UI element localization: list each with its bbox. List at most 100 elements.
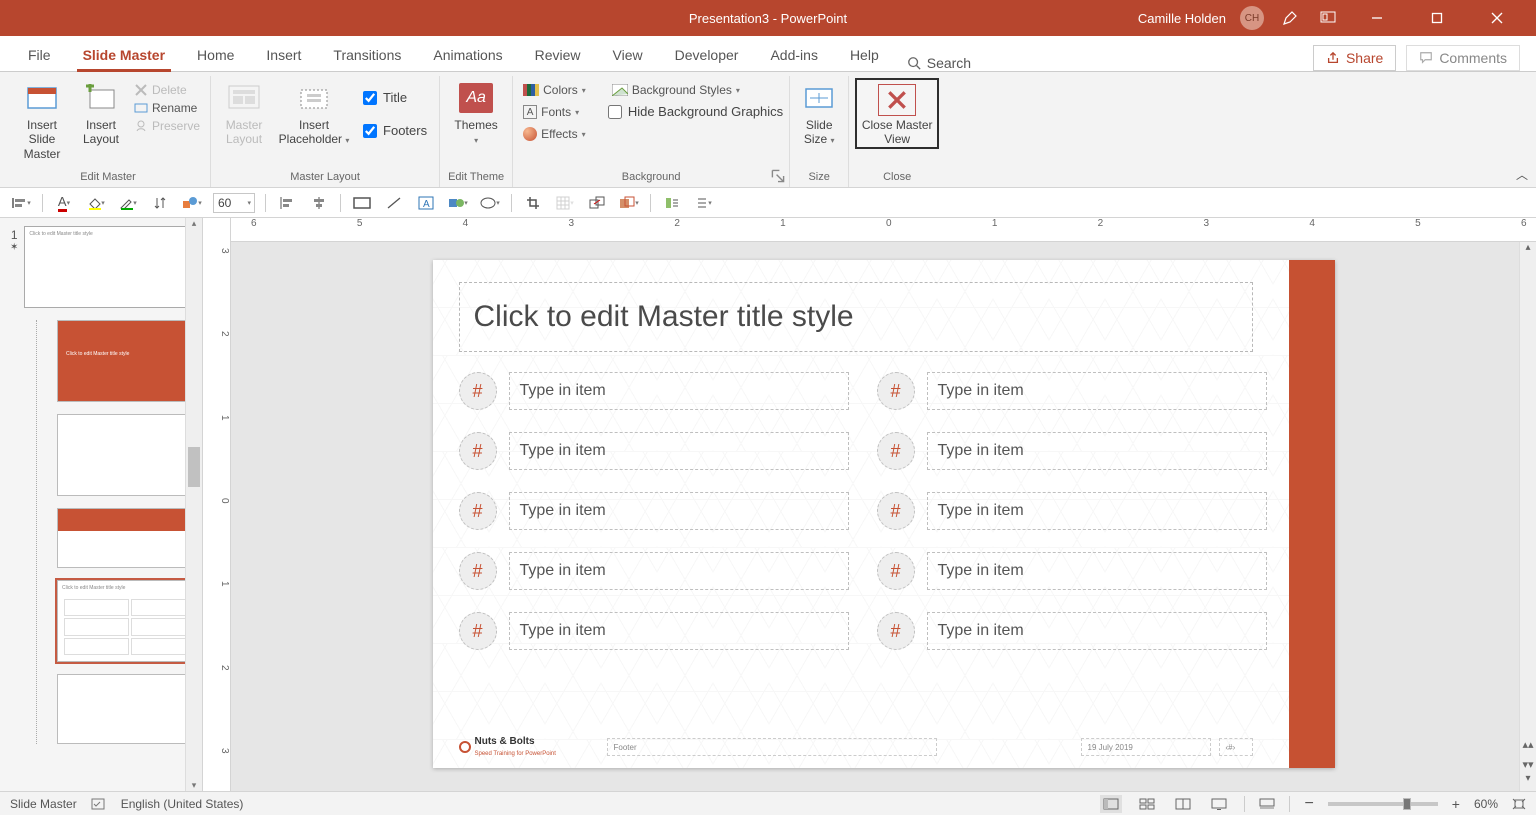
item-placeholder-row[interactable]: # Type in item <box>877 432 1267 470</box>
notes-toggle-icon[interactable] <box>1259 798 1275 810</box>
shapes-icon[interactable]: ▾ <box>181 192 203 214</box>
zoom-slider[interactable] <box>1328 802 1438 806</box>
ribbon-collapse-button[interactable]: ︿ <box>1516 166 1528 183</box>
slide-master-preview[interactable]: Click to edit Master title style # Type i… <box>433 260 1335 768</box>
item-text-placeholder[interactable]: Type in item <box>509 612 849 650</box>
share-button[interactable]: Share <box>1313 45 1396 71</box>
close-master-view-button[interactable]: Close Master View <box>855 78 939 149</box>
thumbnail-scrollbar[interactable]: ▴ ▾ <box>185 218 202 791</box>
themes-button[interactable]: Aa Themes▾ <box>446 78 506 147</box>
tab-review[interactable]: Review <box>519 39 597 71</box>
item-number-bubble[interactable]: # <box>459 432 497 470</box>
layout-thumbnail[interactable] <box>57 508 203 568</box>
item-number-bubble[interactable]: # <box>877 432 915 470</box>
minimize-button[interactable] <box>1354 0 1400 36</box>
master-thumbnail[interactable]: Click to edit Master title style <box>24 226 194 308</box>
more-tools-icon[interactable]: ▾ <box>693 192 715 214</box>
merge-shapes-icon[interactable]: ▾ <box>618 192 640 214</box>
item-text-placeholder[interactable]: Type in item <box>927 432 1267 470</box>
item-placeholder-row[interactable]: #Type in item <box>877 492 1267 530</box>
item-placeholder-row[interactable]: #Type in item <box>459 612 849 650</box>
item-text-placeholder[interactable]: Type in item <box>927 552 1267 590</box>
item-text-placeholder[interactable]: Type in item <box>509 552 849 590</box>
layout-thumbnail-selected[interactable]: Click to edit Master title style <box>57 580 203 662</box>
item-number-bubble[interactable]: # <box>877 552 915 590</box>
item-placeholder-row[interactable]: # Type in item <box>877 612 1267 650</box>
insert-placeholder-button[interactable]: Insert Placeholder ▾ <box>275 78 353 147</box>
search-box[interactable]: Search <box>895 55 983 71</box>
tab-animations[interactable]: Animations <box>417 39 518 71</box>
item-text-placeholder[interactable]: Type in item <box>927 612 1267 650</box>
item-placeholder-row[interactable]: #Type in item <box>459 372 849 410</box>
sort-icon[interactable] <box>149 192 171 214</box>
tab-home[interactable]: Home <box>181 39 250 71</box>
fonts-button[interactable]: AFonts ▾ <box>519 104 590 120</box>
rectangle-tool-icon[interactable] <box>351 192 373 214</box>
effects-button[interactable]: Effects ▾ <box>519 126 590 142</box>
maximize-button[interactable] <box>1414 0 1460 36</box>
user-avatar[interactable]: CH <box>1240 6 1264 30</box>
master-title-placeholder[interactable]: Click to edit Master title style <box>459 282 1253 352</box>
item-number-bubble[interactable]: # <box>459 552 497 590</box>
footer-placeholder[interactable]: Footer <box>607 738 937 756</box>
oval-tool-icon[interactable]: ▾ <box>479 192 501 214</box>
item-placeholder-row[interactable]: # Type in item <box>877 552 1267 590</box>
layout-thumbnail[interactable]: Click to edit Master title style <box>57 320 203 402</box>
zoom-out-button[interactable]: − <box>1304 795 1313 813</box>
fit-to-window-icon[interactable] <box>1512 798 1526 810</box>
colors-button[interactable]: Colors ▾ <box>519 82 590 98</box>
tab-developer[interactable]: Developer <box>659 39 755 71</box>
item-text-placeholder[interactable]: Type in item <box>509 432 849 470</box>
status-language[interactable]: English (United States) <box>121 797 244 811</box>
shape-dropdown-icon[interactable]: ▾ <box>447 192 469 214</box>
item-text-placeholder[interactable]: Type in item <box>509 492 849 530</box>
tab-help[interactable]: Help <box>834 39 895 71</box>
close-window-button[interactable] <box>1474 0 1520 36</box>
footers-checkbox[interactable]: Footers <box>357 119 433 142</box>
font-size-input[interactable]: 60▾ <box>213 193 255 213</box>
item-text-placeholder[interactable]: Type in item <box>927 372 1267 410</box>
zoom-in-button[interactable]: + <box>1452 796 1460 812</box>
item-text-placeholder[interactable]: Type in item <box>509 372 849 410</box>
background-styles-button[interactable]: Background Styles ▾ <box>608 82 783 98</box>
table-icon[interactable]: ▾ <box>554 192 576 214</box>
hide-background-checkbox[interactable]: Hide Background Graphics <box>608 104 783 119</box>
outline-color-icon[interactable]: ▾ <box>117 192 139 214</box>
pen-icon[interactable] <box>1278 6 1302 30</box>
align-objects-center-icon[interactable] <box>308 192 330 214</box>
thumbnail-pane[interactable]: 1 ✶ Click to edit Master title style Cli… <box>0 218 203 791</box>
tab-addins[interactable]: Add-ins <box>754 39 833 71</box>
normal-view-icon[interactable] <box>1100 795 1122 813</box>
item-number-bubble[interactable]: # <box>459 492 497 530</box>
line-tool-icon[interactable] <box>383 192 405 214</box>
display-options-icon[interactable] <box>1316 6 1340 30</box>
item-number-bubble[interactable]: # <box>877 612 915 650</box>
font-color-icon[interactable]: A▾ <box>53 192 75 214</box>
vertical-scrollbar[interactable]: ▴ ▴▴ ▾▾ ▾ <box>1519 242 1536 791</box>
date-placeholder[interactable]: 19 July 2019 <box>1081 738 1211 756</box>
tab-file[interactable]: File <box>12 39 67 71</box>
layout-thumbnail[interactable] <box>57 674 203 744</box>
item-placeholder-row[interactable]: # Type in item <box>459 432 849 470</box>
next-slide-button[interactable]: ▾▾ <box>1520 758 1536 771</box>
tab-slide-master[interactable]: Slide Master <box>67 39 181 71</box>
title-checkbox[interactable]: Title <box>357 86 433 109</box>
spellcheck-icon[interactable] <box>91 797 107 811</box>
item-number-bubble[interactable]: # <box>877 372 915 410</box>
zoom-level[interactable]: 60% <box>1474 797 1498 811</box>
textbox-tool-icon[interactable]: A <box>415 192 437 214</box>
slideshow-view-icon[interactable] <box>1208 795 1230 813</box>
layout-thumbnail[interactable] <box>57 414 203 496</box>
item-text-placeholder[interactable]: Type in item <box>927 492 1267 530</box>
prev-slide-button[interactable]: ▴▴ <box>1520 738 1536 751</box>
scrollbar-handle[interactable] <box>188 447 200 487</box>
sorter-view-icon[interactable] <box>1136 795 1158 813</box>
slide-number-placeholder[interactable]: ‹#› <box>1219 738 1253 756</box>
item-placeholder-row[interactable]: # Type in item <box>459 552 849 590</box>
tab-view[interactable]: View <box>597 39 659 71</box>
tab-transitions[interactable]: Transitions <box>317 39 417 71</box>
align-objects-left-icon[interactable] <box>276 192 298 214</box>
ungroup-icon[interactable] <box>586 192 608 214</box>
item-placeholder-row[interactable]: # Type in item <box>459 492 849 530</box>
dialog-launcher-icon[interactable] <box>771 169 785 183</box>
